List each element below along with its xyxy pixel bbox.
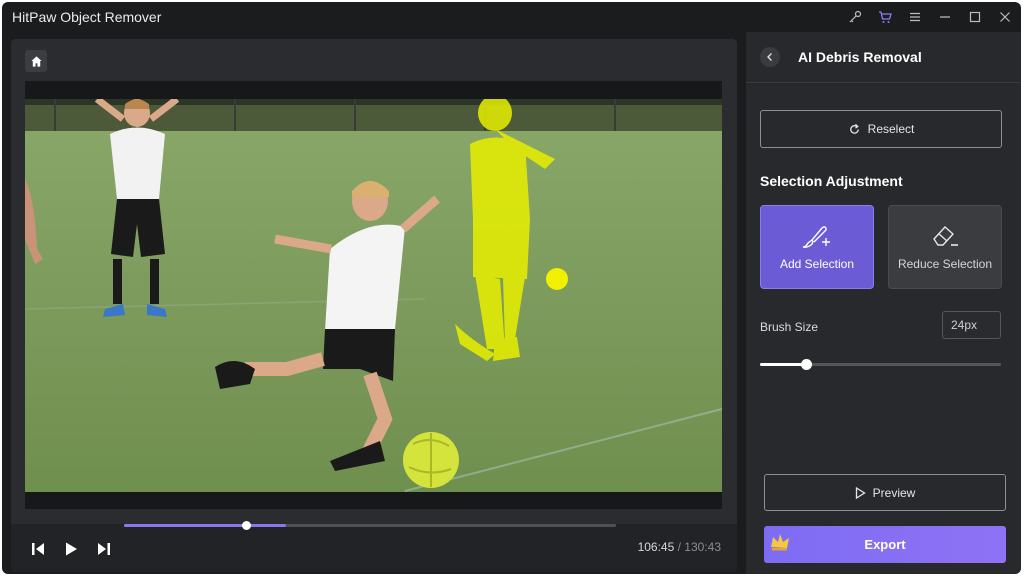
home-icon <box>30 55 42 67</box>
eraser-icon <box>933 226 958 246</box>
menu-icon[interactable] <box>907 9 923 25</box>
preview-label: Preview <box>872 485 916 500</box>
window-controls <box>847 2 1013 32</box>
brush-size-value: 24px <box>951 318 978 332</box>
reselect-icon <box>849 123 859 134</box>
chevron-left-icon <box>767 53 772 61</box>
brush-size-input[interactable]: 24px <box>942 311 1001 339</box>
video-preview[interactable] <box>25 81 722 509</box>
title-bar: HitPaw Object Remover <box>2 2 1021 32</box>
brush-size-handle[interactable] <box>800 359 812 370</box>
total-time: 130:43 <box>684 540 721 554</box>
video-workspace: 106:45 / 130:43 <box>11 39 737 572</box>
timeline-scrubber[interactable] <box>124 521 616 530</box>
side-panel: AI Debris Removal Reselect Selection Adj… <box>746 32 1021 574</box>
crown-icon <box>771 534 789 551</box>
panel-header: AI Debris Removal <box>746 32 1021 83</box>
key-icon[interactable] <box>847 9 863 25</box>
app-window: HitPaw Object Remover 106:45 / 130:43 AI… <box>2 2 1021 574</box>
current-time: 106:45 <box>637 540 675 554</box>
preview-button[interactable]: Preview <box>764 474 1006 511</box>
brush-size-label: Brush Size <box>760 320 819 334</box>
time-separator: / <box>677 540 681 554</box>
brush-size-fill <box>760 363 806 366</box>
selection-adjustment-title: Selection Adjustment <box>760 173 903 189</box>
maximize-icon[interactable] <box>967 9 983 25</box>
minimize-icon[interactable] <box>937 9 953 25</box>
brush-add-icon <box>802 226 830 248</box>
brush-size-slider[interactable] <box>760 359 1001 370</box>
brush-cursor <box>546 268 568 290</box>
soccer-ball <box>403 432 459 488</box>
close-icon[interactable] <box>997 9 1013 25</box>
timeline-handle[interactable] <box>242 521 252 530</box>
previous-frame-icon[interactable] <box>29 540 47 558</box>
export-button[interactable]: Export <box>764 526 1006 563</box>
reselect-label: Reselect <box>867 122 915 136</box>
playback-controls: 106:45 / 130:43 <box>11 524 737 572</box>
play-outline-icon <box>855 486 866 499</box>
cart-icon[interactable] <box>877 9 893 25</box>
reduce-selection-button[interactable]: Reduce Selection <box>888 205 1002 289</box>
export-label: Export <box>864 537 906 552</box>
home-button[interactable] <box>25 50 47 72</box>
panel-title: AI Debris Removal <box>798 49 922 65</box>
timecode: 106:45 / 130:43 <box>638 540 721 554</box>
reduce-selection-label: Reduce Selection <box>897 257 993 271</box>
back-button[interactable] <box>760 47 780 67</box>
video-frame-image <box>25 99 722 492</box>
timeline-progress <box>124 524 287 527</box>
reselect-button[interactable]: Reselect <box>760 110 1002 148</box>
next-frame-icon[interactable] <box>95 540 113 558</box>
app-title: HitPaw Object Remover <box>12 9 162 25</box>
play-icon[interactable] <box>62 540 80 558</box>
add-selection-button[interactable]: Add Selection <box>760 205 874 289</box>
add-selection-label: Add Selection <box>779 257 855 271</box>
